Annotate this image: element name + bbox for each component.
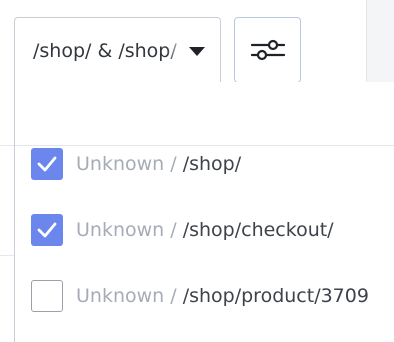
- dropdown-menu: Unknown / /shop/ Unknown / /shop/checkou…: [14, 82, 394, 342]
- background-divider: [0, 255, 14, 256]
- path-filter-select[interactable]: /shop/ & /shop/: [14, 17, 221, 83]
- checkbox-unchecked[interactable]: [31, 280, 63, 312]
- dropdown-divider: [15, 145, 394, 146]
- checkbox-checked[interactable]: [31, 148, 63, 180]
- background-panel: [366, 0, 394, 82]
- option-path: /shop/: [182, 153, 242, 175]
- background-strip: [0, 82, 14, 342]
- option-label: Unknown / /shop/checkout/: [76, 217, 334, 243]
- sliders-icon: [251, 39, 285, 61]
- option-label: Unknown / /shop/: [76, 151, 241, 177]
- checkbox-checked[interactable]: [31, 214, 63, 246]
- option-path: /shop/product/3709: [182, 285, 369, 307]
- option-prefix: Unknown /: [76, 285, 183, 307]
- option-item[interactable]: Unknown / /shop/product/3709: [31, 279, 394, 313]
- background-divider: [0, 145, 14, 146]
- caret-down-icon: [189, 47, 205, 56]
- check-icon: [37, 156, 57, 172]
- option-item[interactable]: Unknown / /shop/: [31, 147, 394, 181]
- option-item[interactable]: Unknown / /shop/checkout/: [31, 213, 394, 247]
- option-path: /shop/checkout/: [182, 219, 334, 241]
- option-label: Unknown / /shop/product/3709: [76, 283, 369, 309]
- option-prefix: Unknown /: [76, 153, 183, 175]
- option-prefix: Unknown /: [76, 219, 183, 241]
- check-icon: [37, 222, 57, 238]
- filter-settings-button[interactable]: [234, 17, 301, 83]
- select-value: /shop/ & /shop/: [33, 40, 177, 62]
